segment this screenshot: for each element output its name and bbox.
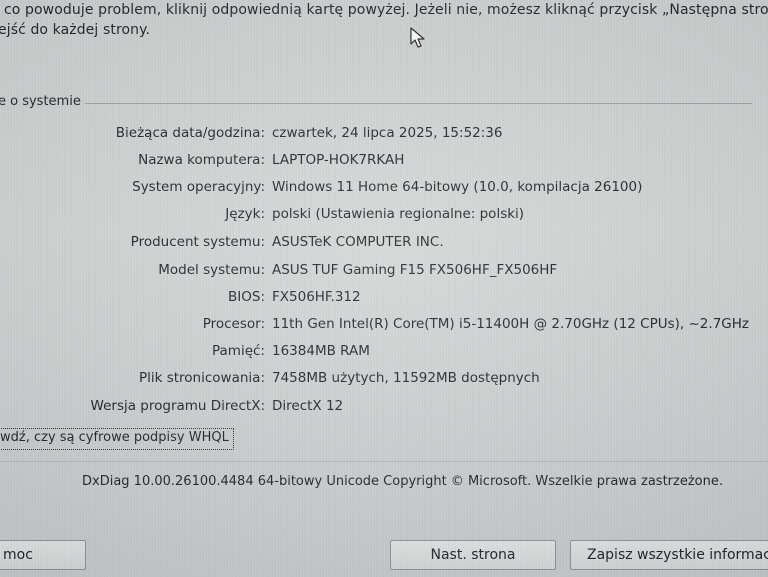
info-value: czwartek, 24 lipca 2025, 15:52:36: [272, 125, 503, 141]
info-label: Pamięć:: [212, 343, 265, 359]
info-label: Wersja programu DirectX:: [90, 398, 265, 414]
info-value: Windows 11 Home 64-bitowy (10.0, kompila…: [272, 179, 643, 195]
info-value: ASUSTeK COMPUTER INC.: [272, 234, 444, 250]
copyright-text: DxDiag 10.00.26100.4484 64-bitowy Unicod…: [82, 474, 723, 489]
info-label: BIOS:: [228, 289, 265, 305]
save-all-info-button[interactable]: Zapisz wszystkie informacje...: [570, 540, 768, 570]
intro-text-line-1: co powoduje problem, kliknij odpowiednią…: [4, 2, 768, 18]
next-page-button[interactable]: Nast. strona: [390, 540, 556, 570]
whql-checkbox[interactable]: wdź, czy są cyfrowe podpisy WHQL: [0, 428, 234, 450]
info-row-computer-name: Nazwa komputera: LAPTOP-HOK7RKAH: [0, 152, 768, 172]
info-label: Bieżąca data/godzina:: [115, 125, 265, 141]
info-row-os: System operacyjny: Windows 11 Home 64-bi…: [0, 179, 768, 199]
info-label: Język:: [225, 206, 265, 222]
info-value: 7458MB użytych, 11592MB dostępnych: [272, 370, 540, 386]
info-value: LAPTOP-HOK7RKAH: [272, 152, 405, 168]
info-label: Model systemu:: [158, 262, 265, 278]
info-row-processor: Procesor: 11th Gen Intel(R) Core(TM) i5-…: [0, 316, 768, 336]
info-label: Plik stronicowania:: [138, 370, 265, 386]
group-box-border: [0, 103, 752, 104]
whql-checkbox-label: wdź, czy są cyfrowe podpisy WHQL: [0, 430, 229, 445]
info-row-directx: Wersja programu DirectX: DirectX 12: [0, 398, 768, 418]
info-value: 16384MB RAM: [272, 343, 370, 359]
info-row-manufacturer: Producent systemu: ASUSTeK COMPUTER INC.: [0, 234, 768, 254]
info-value: ASUS TUF Gaming F15 FX506HF_FX506HF: [272, 262, 558, 278]
info-label: Nazwa komputera:: [138, 152, 265, 168]
footer-divider: [0, 461, 768, 462]
help-button[interactable]: moc: [0, 540, 86, 570]
info-value: 11th Gen Intel(R) Core(TM) i5-11400H @ 2…: [272, 316, 749, 332]
mouse-pointer-icon: [410, 27, 425, 48]
info-row-memory: Pamięć: 16384MB RAM: [0, 343, 768, 363]
info-row-date: Bieżąca data/godzina: czwartek, 24 lipca…: [0, 125, 768, 145]
info-row-page-file: Plik stronicowania: 7458MB użytych, 1159…: [0, 370, 768, 390]
info-label: System operacyjny:: [132, 179, 265, 195]
group-box-title: e o systemie: [0, 94, 85, 109]
info-value: DirectX 12: [272, 398, 344, 414]
intro-text-line-2: ejść do każdej strony.: [0, 22, 151, 38]
info-label: Procesor:: [202, 316, 265, 332]
info-row-model: Model systemu: ASUS TUF Gaming F15 FX506…: [0, 262, 768, 282]
info-value: FX506HF.312: [272, 289, 361, 305]
info-label: Producent systemu:: [130, 234, 265, 250]
info-row-bios: BIOS: FX506HF.312: [0, 289, 768, 309]
info-value: polski (Ustawienia regionalne: polski): [272, 206, 525, 222]
dxdiag-system-tab: co powoduje problem, kliknij odpowiednią…: [0, 0, 768, 577]
info-row-language: Język: polski (Ustawienia regionalne: po…: [0, 206, 768, 226]
